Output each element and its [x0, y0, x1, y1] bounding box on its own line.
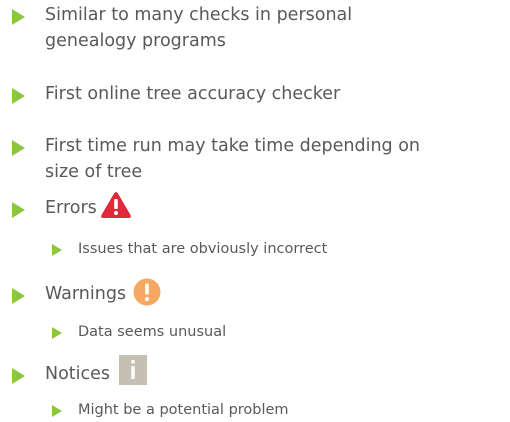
bullet-text: Similar to many checks in personal genea…	[45, 2, 500, 54]
bullet-text-line: Similar to many checks in personal	[45, 5, 353, 25]
bullet-text: First time run may take time depending o…	[45, 133, 500, 185]
bullet-arrow-icon	[12, 288, 25, 304]
bullet-arrow-icon	[12, 9, 25, 25]
error-warning-triangle-icon	[100, 191, 132, 219]
bullet-arrow-icon	[12, 368, 25, 384]
sub-bullet-text: Might be a potential problem	[78, 402, 289, 418]
slide-content: Similar to many checks in personal genea…	[0, 0, 510, 421]
info-square-icon	[119, 355, 147, 385]
warning-exclamation-circle-icon	[133, 278, 161, 306]
bullet-arrow-icon	[52, 327, 62, 339]
bullet-text-line: size of tree	[45, 162, 143, 182]
bullet-arrow-icon	[52, 405, 62, 417]
bullet-text-line: genealogy programs	[45, 31, 226, 51]
bullet-text-line: First online tree accuracy checker	[45, 84, 341, 104]
bullet-arrow-icon	[52, 244, 62, 256]
bullet-arrow-icon	[12, 140, 25, 156]
bullet-text-line: First time run may take time depending o…	[45, 136, 421, 156]
bullet-text: First online tree accuracy checker	[45, 81, 500, 107]
sub-bullet-text: Issues that are obviously incorrect	[78, 241, 328, 257]
bullet-arrow-icon	[12, 88, 25, 104]
bullet-label-warnings: Warnings	[45, 284, 127, 304]
bullet-arrow-icon	[12, 202, 25, 218]
bullet-label-notices: Notices	[45, 364, 111, 384]
sub-bullet-text: Data seems unusual	[78, 324, 227, 340]
